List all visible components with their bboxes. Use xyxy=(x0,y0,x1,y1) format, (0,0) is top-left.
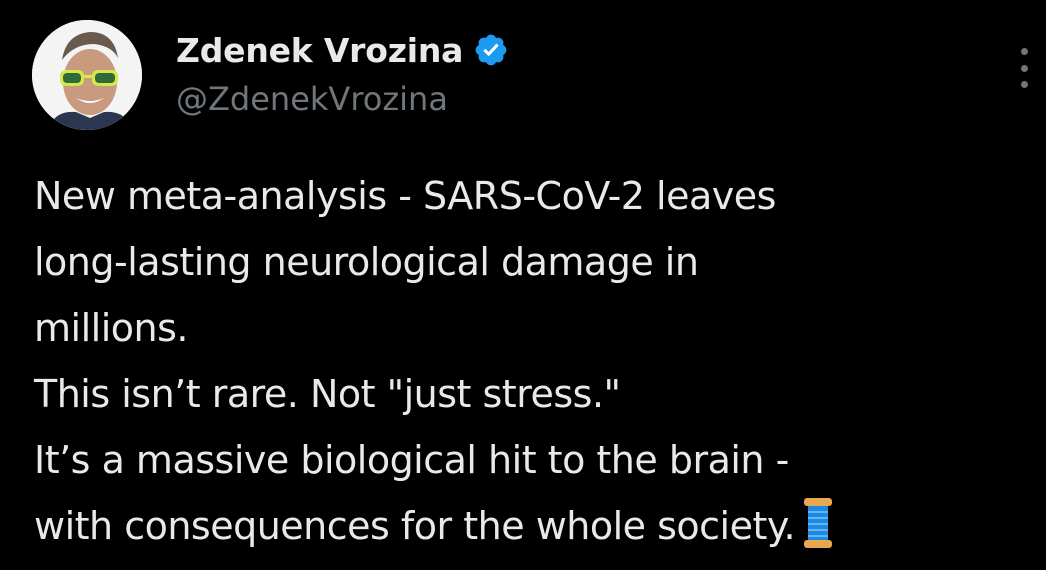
more-dot xyxy=(1020,81,1028,88)
verified-badge-icon[interactable] xyxy=(473,32,509,68)
author-display-name[interactable]: Zdenek Vrozina xyxy=(176,31,463,70)
tweet-line-5: It’s a massive biological hit to the bra… xyxy=(34,438,789,482)
thread-spool-icon xyxy=(803,496,833,550)
more-dot xyxy=(1020,48,1028,55)
tweet-line-1: New meta-analysis - SARS-CoV-2 leaves xyxy=(34,174,776,218)
more-vertical-icon[interactable] xyxy=(1012,48,1036,88)
author-row: Zdenek Vrozina xyxy=(176,28,509,72)
avatar-photo-icon xyxy=(32,20,142,130)
tweet-text: New meta-analysis - SARS-CoV-2 leaves lo… xyxy=(34,163,1034,559)
tweet-line-6: with consequences for the whole society. xyxy=(34,504,796,548)
tweet-line-6-wrap: with consequences for the whole society. xyxy=(34,493,1034,559)
tweet-line-4: This isn’t rare. Not "just stress." xyxy=(34,372,621,416)
avatar[interactable] xyxy=(32,20,142,130)
more-dot xyxy=(1020,64,1028,72)
tweet-line-2: long-lasting neurological damage in xyxy=(34,240,699,284)
tweet-line-3: millions. xyxy=(34,306,188,350)
tweet: Zdenek Vrozina @ZdenekVrozina New meta-a… xyxy=(0,0,1046,565)
author-handle[interactable]: @ZdenekVrozina xyxy=(176,80,448,118)
